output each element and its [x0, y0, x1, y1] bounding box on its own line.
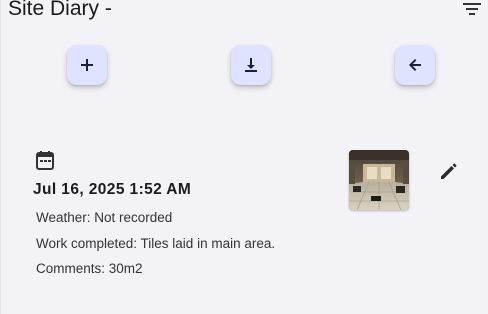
site-diary-screen: Site Diary - Jul 16, 2025 1:52 AM Weathe… [0, 0, 488, 314]
add-entry-button[interactable] [67, 45, 107, 85]
plus-icon [81, 59, 93, 71]
entry-weather: Weather: Not recorded [36, 210, 173, 225]
filter-list-icon [463, 3, 481, 15]
download-icon [245, 58, 257, 72]
entry-date: Jul 16, 2025 1:52 AM [33, 181, 192, 198]
interior-room-photo [349, 150, 409, 210]
back-button[interactable] [395, 45, 435, 85]
diary-entry: Jul 16, 2025 1:52 AM Weather: Not record… [0, 130, 488, 314]
entry-photo-thumbnail[interactable] [349, 150, 409, 210]
page-title: Site Diary - [8, 0, 112, 20]
calendar-icon [36, 151, 54, 170]
entry-comments: Comments: 30m2 [36, 261, 143, 276]
filter-button[interactable] [461, 0, 483, 18]
arrow-left-icon [409, 59, 421, 71]
edit-entry-button[interactable] [438, 160, 460, 182]
entry-work-completed: Work completed: Tiles laid in main area. [36, 236, 276, 251]
download-button[interactable] [231, 45, 271, 85]
pencil-icon [441, 163, 457, 179]
